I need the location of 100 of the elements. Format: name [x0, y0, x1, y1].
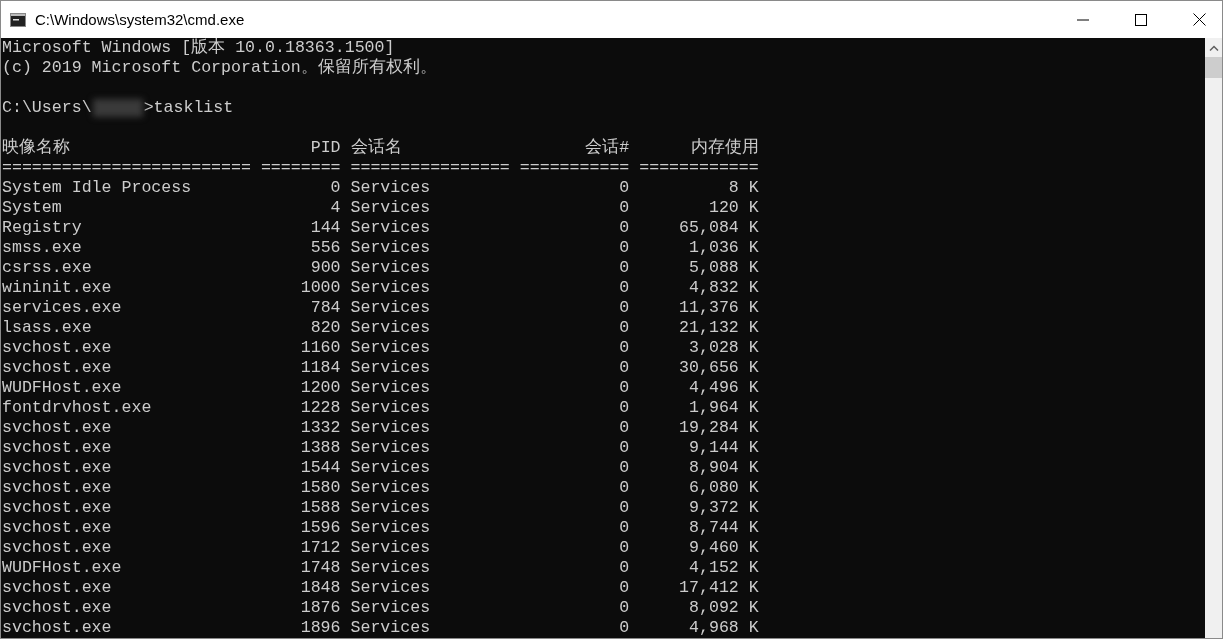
- column-header: 内存使用: [689, 138, 759, 158]
- table-cell-text: 1748: [299, 558, 341, 578]
- table-cell-text: 9,144 K: [688, 438, 759, 458]
- table-cell-text: 1184: [299, 358, 341, 378]
- table-cell-text: Services: [350, 518, 432, 538]
- table-cell-text: fontdrvhost.exe: [2, 398, 153, 418]
- table-cell-text: 784: [309, 298, 341, 318]
- table-cell-text: 0: [618, 438, 630, 458]
- table-cell-text: svchost.exe: [2, 598, 113, 618]
- console-line: (c) 2019 Microsoft Corporation。保留所有权利。: [2, 58, 438, 78]
- table-cell-text: 0: [618, 358, 630, 378]
- table-cell-text: Services: [350, 238, 432, 258]
- table-cell-text: svchost.exe: [2, 618, 113, 638]
- table-cell-text: 0: [618, 498, 630, 518]
- scrollbar[interactable]: [1205, 38, 1222, 638]
- table-cell-text: 0: [618, 238, 630, 258]
- table-cell-text: 4,152 K: [688, 558, 759, 578]
- table-cell-text: 3,028 K: [688, 338, 759, 358]
- table-cell-text: wininit.exe: [2, 278, 113, 298]
- table-cell-text: 5,088 K: [688, 258, 759, 278]
- table-cell-text: svchost.exe: [2, 438, 113, 458]
- scroll-thumb[interactable]: [1205, 57, 1222, 78]
- table-cell-text: 1544: [299, 458, 341, 478]
- table-cell-text: 1580: [299, 478, 341, 498]
- table-cell-text: Services: [350, 538, 432, 558]
- table-cell-text: 556: [309, 238, 341, 258]
- table-cell-text: 17,412 K: [678, 578, 759, 598]
- table-cell-text: 0: [618, 398, 630, 418]
- table-cell-text: Services: [350, 398, 432, 418]
- table-cell-text: 1,964 K: [688, 398, 759, 418]
- table-cell-text: Services: [350, 178, 432, 198]
- table-cell-text: 0: [618, 538, 630, 558]
- table-cell-text: 1596: [299, 518, 341, 538]
- table-cell-text: 0: [618, 418, 630, 438]
- column-header: 映像名称: [2, 138, 71, 158]
- table-cell-text: 1000: [299, 278, 341, 298]
- prompt-text: C:\Users\: [2, 98, 92, 118]
- table-cell-text: lsass.exe: [2, 318, 93, 338]
- table-cell-text: Services: [350, 498, 432, 518]
- table-cell-text: 1896: [299, 618, 341, 638]
- table-cell-text: 0: [618, 298, 630, 318]
- table-cell-text: 0: [618, 198, 630, 218]
- header-rule: =========================: [2, 158, 251, 178]
- close-icon: [1192, 13, 1206, 26]
- table-cell-text: Services: [350, 358, 432, 378]
- table-cell-text: 11,376 K: [678, 298, 759, 318]
- table-cell-text: 8,744 K: [688, 518, 759, 538]
- table-cell-text: 120 K: [707, 198, 759, 218]
- table-cell-text: 0: [618, 278, 630, 298]
- table-cell-text: Services: [350, 558, 432, 578]
- header-rule: ===========: [519, 158, 630, 178]
- console-line: Microsoft Windows [版本 10.0.18363.1500]: [2, 38, 396, 58]
- table-cell-text: 1,036 K: [688, 238, 759, 258]
- column-header: 会话名: [350, 138, 403, 158]
- table-cell-text: svchost.exe: [2, 538, 113, 558]
- table-cell-text: 0: [618, 338, 630, 358]
- table-cell-text: svchost.exe: [2, 478, 113, 498]
- table-cell-text: 1588: [299, 498, 341, 518]
- table-cell-text: 0: [329, 178, 341, 198]
- table-cell-text: Services: [350, 618, 432, 638]
- table-cell-text: 4: [329, 198, 341, 218]
- table-cell-text: 0: [618, 598, 630, 618]
- table-cell-text: 6,080 K: [688, 478, 759, 498]
- table-cell-text: 1712: [299, 538, 341, 558]
- command-text: >tasklist: [143, 98, 234, 118]
- table-cell-text: 0: [618, 478, 630, 498]
- table-cell-text: Services: [350, 338, 432, 358]
- table-cell-text: 8,092 K: [688, 598, 759, 618]
- table-cell-text: Services: [350, 198, 432, 218]
- table-cell-text: 0: [618, 318, 630, 338]
- table-cell-text: Services: [350, 278, 432, 298]
- table-cell-text: System Idle Process: [2, 178, 193, 198]
- table-cell-text: Services: [350, 258, 432, 278]
- table-cell-text: 1388: [299, 438, 341, 458]
- table-cell-text: 30,656 K: [678, 358, 759, 378]
- minimize-icon: [1077, 18, 1089, 21]
- table-cell-text: 820: [309, 318, 341, 338]
- table-cell-text: Services: [350, 418, 432, 438]
- column-header: 会话#: [584, 138, 630, 158]
- table-cell-text: svchost.exe: [2, 578, 113, 598]
- window-title: C:\Windows\system32\cmd.exe: [35, 11, 245, 28]
- table-cell-text: smss.exe: [2, 238, 83, 258]
- table-cell-text: 4,496 K: [688, 378, 759, 398]
- scroll-up-icon[interactable]: [1208, 45, 1219, 51]
- table-cell-text: 900: [309, 258, 341, 278]
- table-cell-text: Services: [350, 478, 432, 498]
- table-cell-text: WUDFHost.exe: [2, 378, 123, 398]
- table-cell-text: Services: [350, 458, 432, 478]
- table-cell-text: 0: [618, 178, 630, 198]
- table-cell-text: Services: [350, 578, 432, 598]
- table-cell-text: csrss.exe: [2, 258, 93, 278]
- table-cell-text: 0: [618, 558, 630, 578]
- table-cell-text: svchost.exe: [2, 338, 113, 358]
- table-cell-text: 1876: [299, 598, 341, 618]
- table-cell-text: 19,284 K: [678, 418, 759, 438]
- column-header: PID: [309, 138, 341, 158]
- table-cell-text: 8,904 K: [688, 458, 759, 478]
- table-cell-text: 9,460 K: [688, 538, 759, 558]
- table-cell-text: 1848: [299, 578, 341, 598]
- table-cell-text: System: [2, 198, 63, 218]
